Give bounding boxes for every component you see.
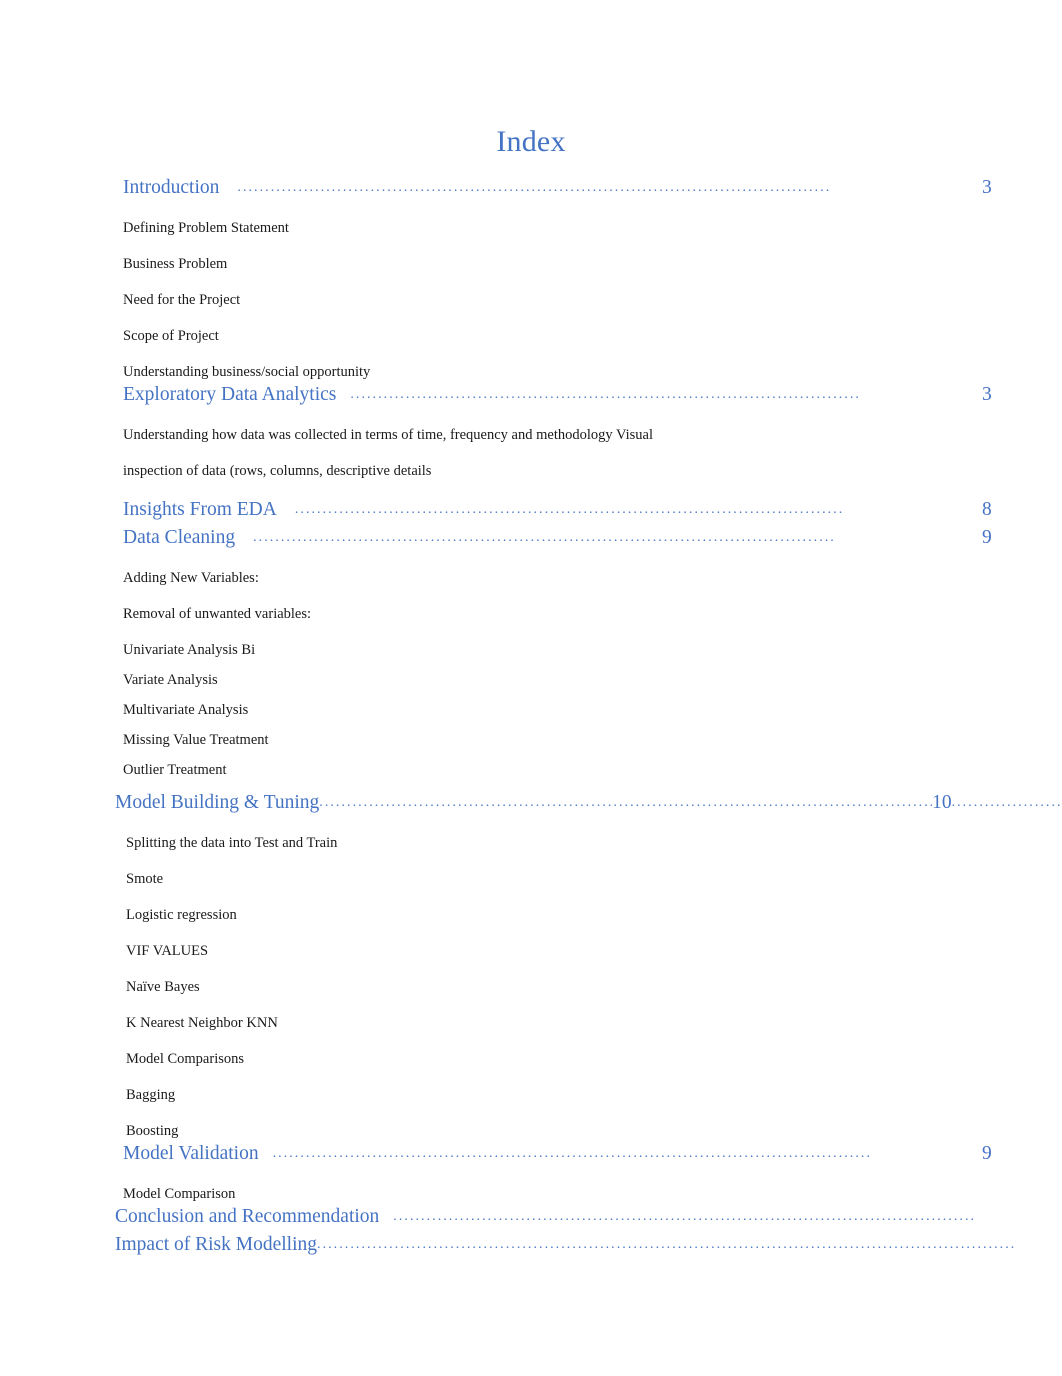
document-page: Index Introduction .....................… <box>0 0 1062 1376</box>
page-title: Index <box>496 125 566 158</box>
toc-entry-label: Data Cleaning <box>123 527 236 548</box>
dot-leader: ........................................… <box>350 387 861 402</box>
toc-subitem-multivariate-analysis[interactable]: Multivariate Analysis <box>0 700 1062 720</box>
toc-subitem-business-problem[interactable]: Business Problem <box>0 254 1062 274</box>
toc-entry-label: Model Validation <box>123 1143 259 1164</box>
toc-subitem-need-for-the-project[interactable]: Need for the Project <box>0 290 1062 310</box>
toc-entry-exploratory-data-analytics[interactable]: Exploratory Data Analytics .............… <box>0 382 1062 410</box>
toc-subitem-missing-value-treatment[interactable]: Missing Value Treatment <box>0 730 1062 750</box>
dot-leader: ........................................… <box>272 1146 872 1161</box>
toc-page-number: 9 <box>982 1143 992 1164</box>
toc-subitem-inspection-of-data[interactable]: inspection of data (rows, columns, descr… <box>0 461 1062 481</box>
toc-page-number: 10 <box>932 792 952 813</box>
toc-entry-model-validation[interactable]: Model Validation .......................… <box>0 1141 1062 1169</box>
toc-subitem-naive-bayes[interactable]: Naïve Bayes <box>0 977 1062 997</box>
toc-entry-impact-of-risk-modelling[interactable]: Impact of Risk Modelling ...............… <box>0 1232 1062 1260</box>
toc-subitem-model-comparison[interactable]: Model Comparison <box>0 1184 1062 1204</box>
toc-entry-label: Conclusion and Recommendation <box>115 1206 380 1227</box>
toc-subitem-bagging[interactable]: Bagging <box>0 1085 1062 1105</box>
toc-entry-conclusion-and-recommendation[interactable]: Conclusion and Recommendation ..........… <box>0 1204 1062 1232</box>
toc-subitem-splitting-the-data[interactable]: Splitting the data into Test and Train <box>0 833 1062 853</box>
toc-subitem-outlier-treatment[interactable]: Outlier Treatment <box>0 760 1062 780</box>
toc-subitem-smote[interactable]: Smote <box>0 869 1062 889</box>
dot-leader: ........................................… <box>253 530 836 545</box>
toc-entry-label: Model Building & Tuning <box>115 792 320 813</box>
toc-subitem-univariate-analysis-bi[interactable]: Univariate Analysis Bi <box>0 640 1062 660</box>
dot-leader: ........................................… <box>294 502 845 517</box>
toc-entry-insights-from-eda[interactable]: Insights From EDA ......................… <box>0 497 1062 525</box>
toc-entry-model-building-and-tuning[interactable]: Model Building & Tuning ................… <box>0 790 1062 818</box>
toc-subitem-understanding-how-data-was-collected[interactable]: Understanding how data was collected in … <box>0 425 1062 445</box>
toc-entry-introduction[interactable]: Introduction ...........................… <box>0 175 1062 203</box>
toc-entry-label: Exploratory Data Analytics <box>123 384 337 405</box>
toc-page-number: 8 <box>982 499 992 520</box>
table-of-contents: Introduction ...........................… <box>0 175 1062 1260</box>
toc-entry-label: Impact of Risk Modelling <box>115 1234 318 1255</box>
dot-leader: ........................................… <box>237 180 832 195</box>
toc-subitem-scope-of-project[interactable]: Scope of Project <box>0 326 1062 346</box>
toc-subitem-boosting[interactable]: Boosting <box>0 1121 1062 1141</box>
toc-page-number: 3 <box>982 384 992 405</box>
toc-entry-label: Introduction <box>123 177 220 198</box>
toc-subitem-vif-values[interactable]: VIF VALUES <box>0 941 1062 961</box>
toc-entry-data-cleaning[interactable]: Data Cleaning ..........................… <box>0 525 1062 553</box>
toc-page-number: 9 <box>982 527 992 548</box>
toc-subitem-logistic-regression[interactable]: Logistic regression <box>0 905 1062 925</box>
toc-subitem-understanding-business-social-opportunity[interactable]: Understanding business/social opportunit… <box>0 362 1062 382</box>
dot-leader: ........................................… <box>319 795 933 810</box>
toc-subitem-variate-analysis[interactable]: Variate Analysis <box>0 670 1062 690</box>
dot-leader-trailing: .................... <box>951 795 1062 810</box>
dot-leader: ........................................… <box>317 1237 1017 1252</box>
toc-entry-label: Insights From EDA <box>123 499 277 520</box>
toc-subitem-defining-problem-statement[interactable]: Defining Problem Statement <box>0 218 1062 238</box>
toc-page-number: 3 <box>982 177 992 198</box>
toc-subitem-removal-of-unwanted-variables[interactable]: Removal of unwanted variables: <box>0 604 1062 624</box>
toc-subitem-k-nearest-neighbor-knn[interactable]: K Nearest Neighbor KNN <box>0 1013 1062 1033</box>
toc-subitem-adding-new-variables[interactable]: Adding New Variables: <box>0 568 1062 588</box>
dot-leader: ........................................… <box>393 1209 977 1224</box>
toc-subitem-model-comparisons[interactable]: Model Comparisons <box>0 1049 1062 1069</box>
